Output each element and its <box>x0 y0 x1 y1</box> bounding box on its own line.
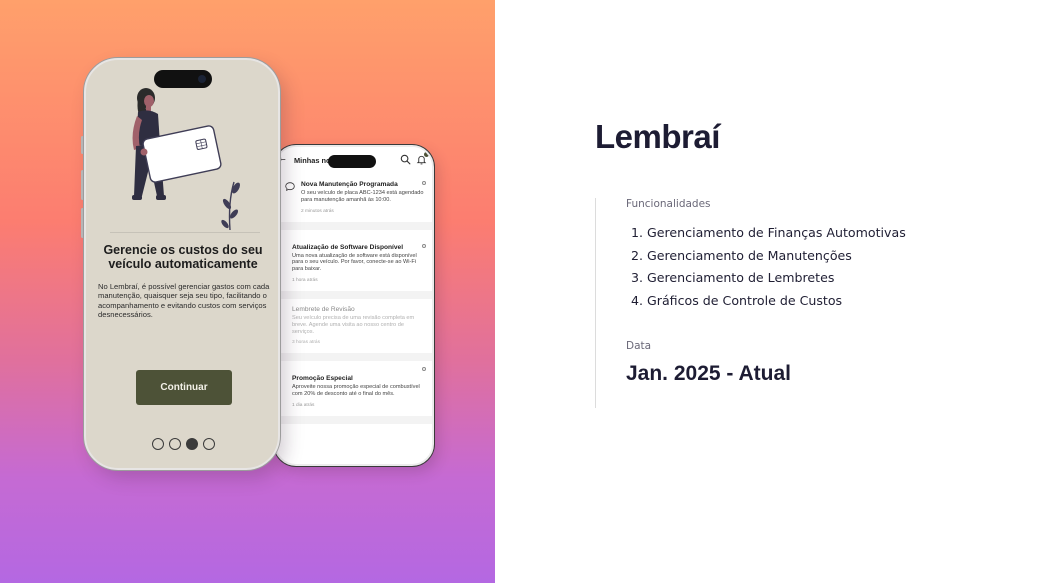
camera-icon <box>198 75 206 83</box>
date-label: Data <box>626 340 652 352</box>
notifications-phone: ← Minhas notificações Nova Manutenção Pr… <box>274 145 434 466</box>
arrow-left-icon[interactable]: ← <box>279 155 286 164</box>
onboarding-description: No Lembraí, é possível gerenciar gastos … <box>98 282 270 320</box>
notification-time: 3 horas atrás <box>292 340 320 346</box>
notification-body: Seu veículo precisa de uma revisão compl… <box>292 314 415 335</box>
feature-item: 1. Gerenciamento de Finanças Automotivas <box>631 225 906 240</box>
page-dot[interactable] <box>169 438 181 450</box>
notification-body: Aproveite nossa promoção especial de com… <box>292 384 420 398</box>
date-value: Jan. 2025 - Atual <box>626 362 791 385</box>
unread-dot-icon <box>422 367 426 372</box>
notification-item[interactable]: Atualização de Software Disponível Uma n… <box>276 229 432 299</box>
continue-button[interactable]: Continuar <box>136 370 232 405</box>
page-dot[interactable] <box>203 438 215 450</box>
illustration-ground-line <box>110 232 260 233</box>
notification-item[interactable]: Lembrete de Revisão Seu veículo precisa … <box>276 298 432 362</box>
notification-body: O seu veículo de placa ABC-1234 está age… <box>301 190 424 203</box>
feature-item: 3. Gerenciamento de Lembretes <box>631 270 835 286</box>
notification-list: Nova Manutenção Programada O seu veículo… <box>276 177 432 424</box>
notification-time: 1 hora atrás <box>292 277 318 283</box>
mockup-panel: ← Minhas notificações Nova Manutenção Pr… <box>0 0 495 583</box>
notification-badge <box>424 152 429 157</box>
unread-dot-icon <box>422 181 426 185</box>
notification-title: Promoção Especial <box>292 375 353 383</box>
unread-dot-icon <box>422 243 426 248</box>
notification-time: 1 dia atrás <box>292 402 315 408</box>
dynamic-island <box>328 155 376 168</box>
page-dot[interactable] <box>186 438 198 450</box>
features-list: 1. Gerenciamento de Finanças Automotivas… <box>631 222 906 313</box>
features-label: Funcionalidades <box>626 198 711 210</box>
onboarding-phone: Gerencie os custos do seu veículo automa… <box>84 58 280 470</box>
page-indicator <box>152 438 215 450</box>
project-title: Lembraí <box>595 118 720 155</box>
notification-title: Nova Manutenção Programada <box>301 181 398 188</box>
person-holding-card-illustration <box>132 88 240 231</box>
notification-time: 2 minutos atrás <box>301 208 334 214</box>
page-dot[interactable] <box>152 438 164 450</box>
chat-bubble-icon <box>285 182 295 191</box>
search-icon[interactable] <box>400 154 411 165</box>
notification-title: Lembrete de Revisão <box>292 305 355 313</box>
onboarding-title: Gerencie os custos do seu veículo automa… <box>103 243 263 271</box>
notification-item[interactable]: Promoção Especial Aproveite nossa promoç… <box>276 361 432 424</box>
feature-item: 2. Gerenciamento de Manutenções <box>631 247 852 263</box>
vertical-divider <box>595 198 596 408</box>
notification-body: Uma nova atualização de software está di… <box>292 252 417 273</box>
feature-item: 4. Gráficos de Controle de Custos <box>631 293 843 309</box>
notification-title: Atualização de Software Disponível <box>292 243 404 251</box>
notification-item[interactable]: Nova Manutenção Programada O seu veículo… <box>276 177 432 230</box>
